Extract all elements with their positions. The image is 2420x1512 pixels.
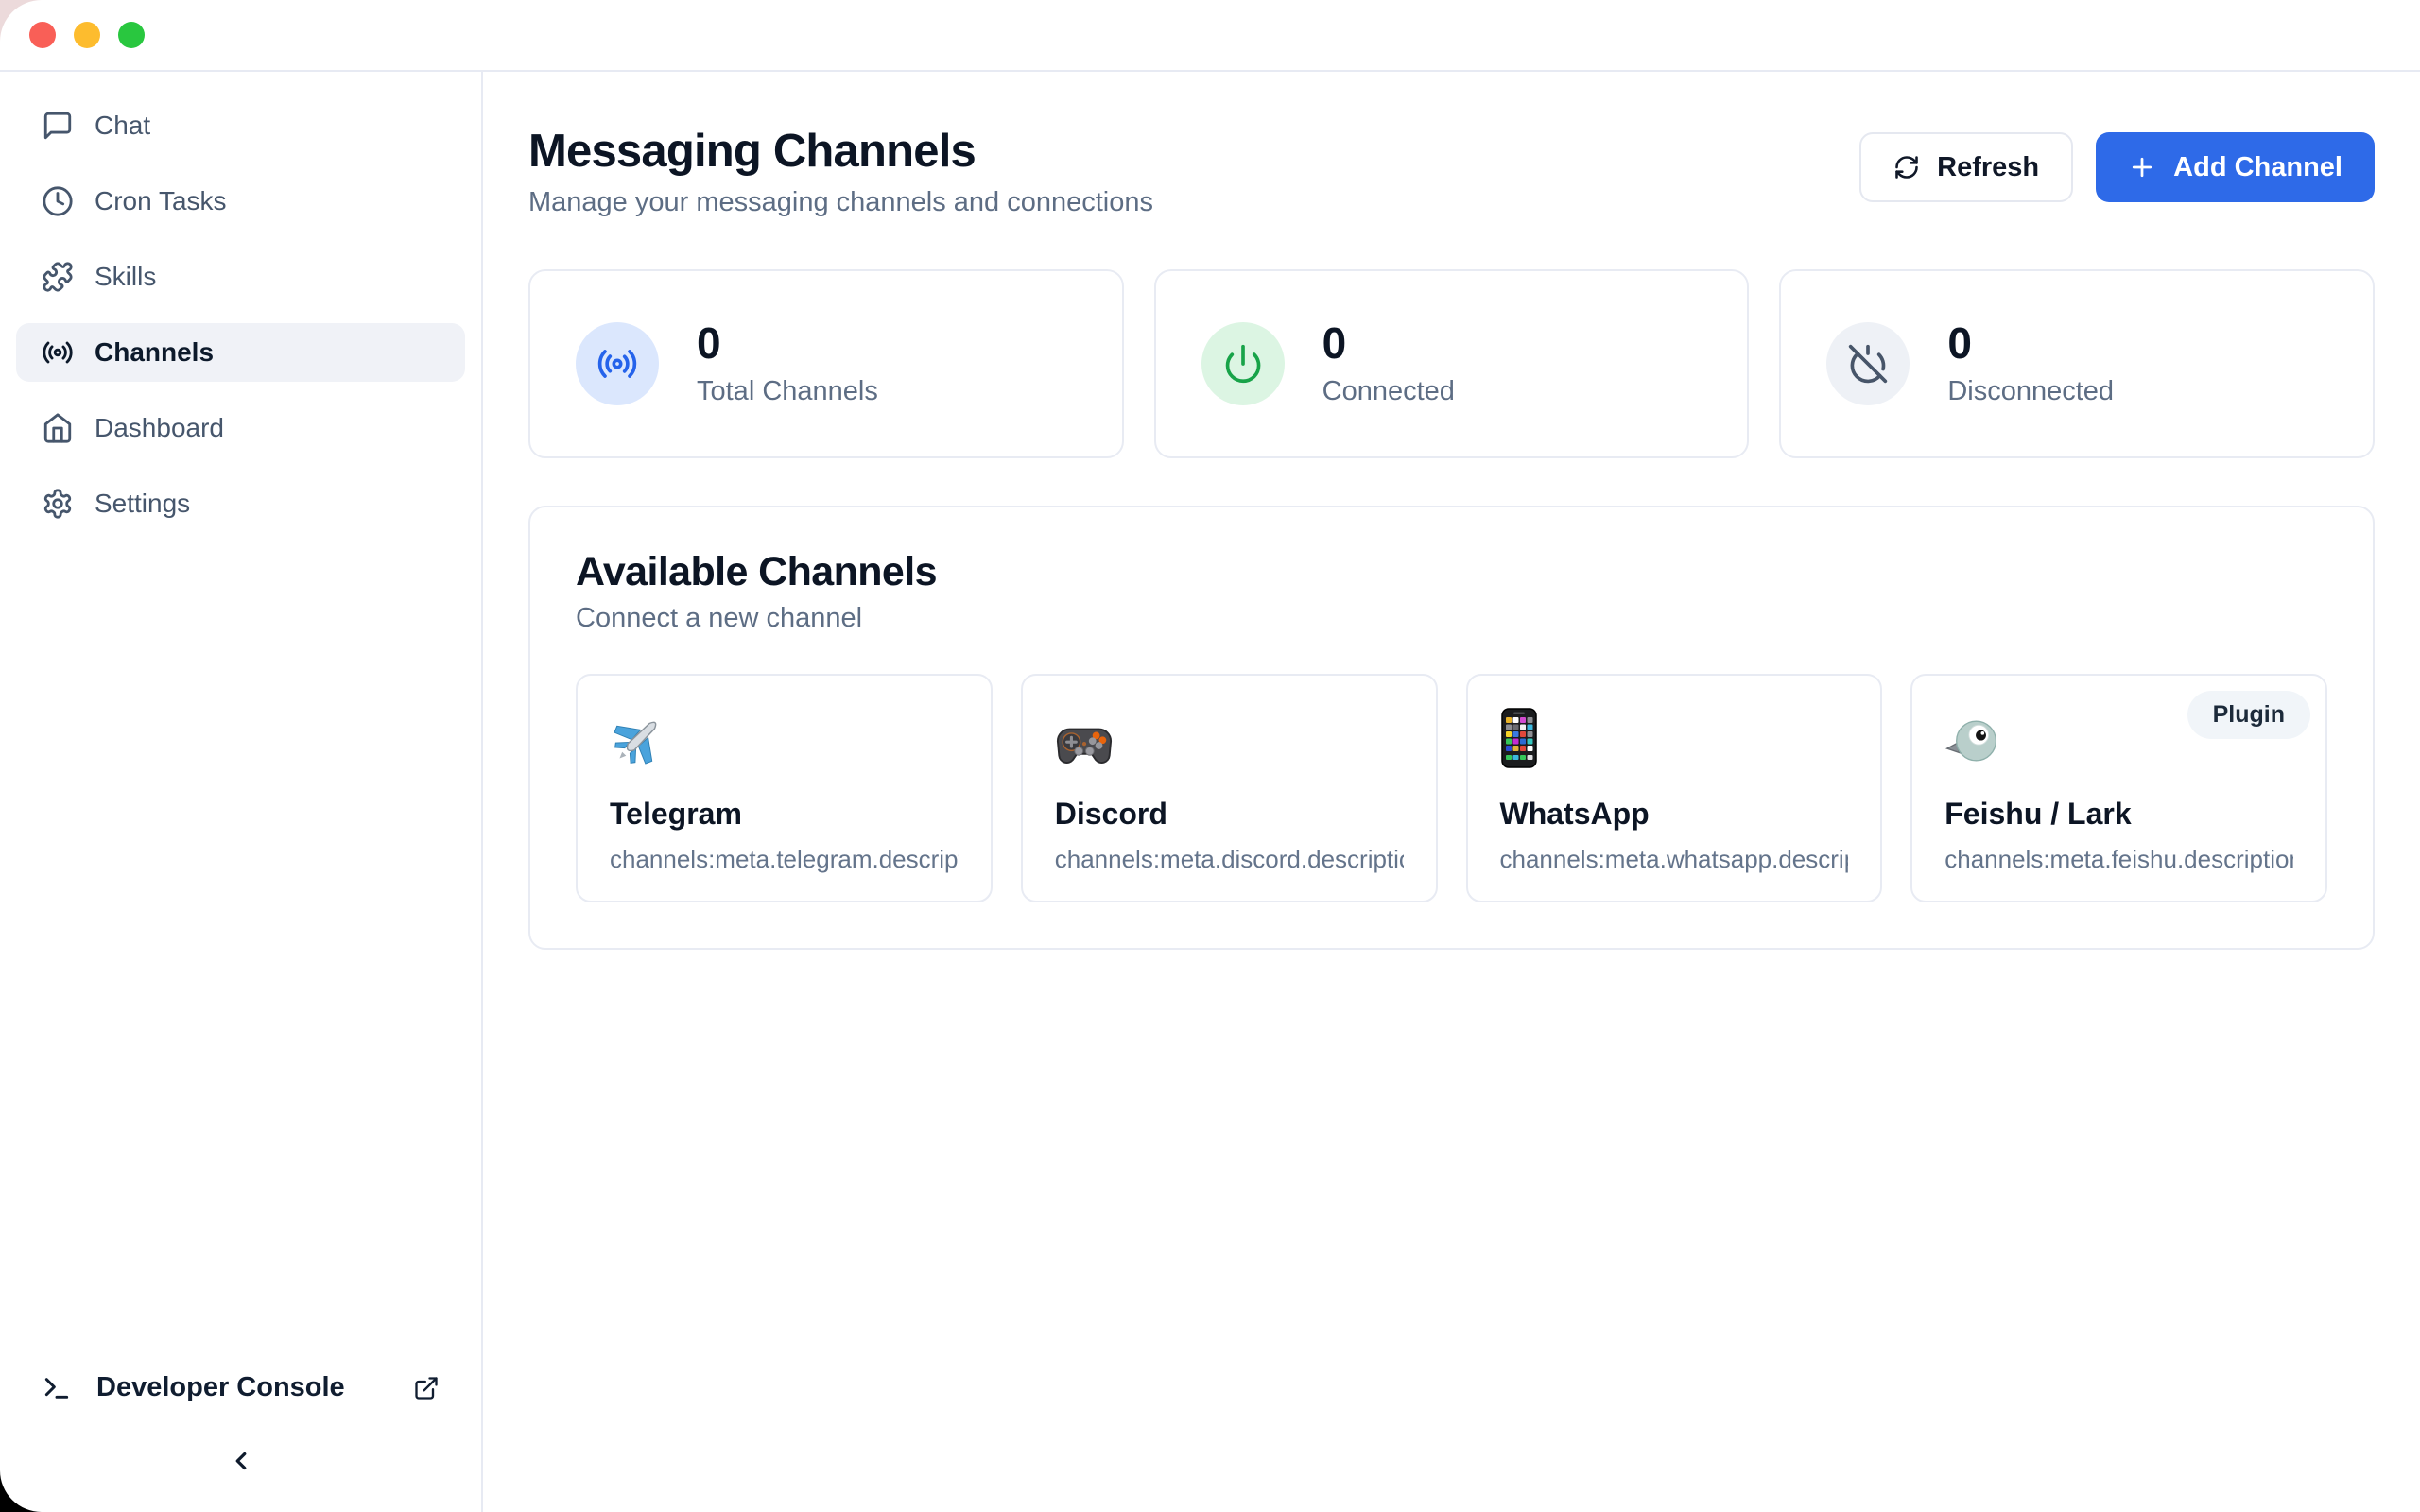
sidebar-item-label: Channels (95, 337, 214, 368)
airplane-emoji (610, 708, 959, 768)
sidebar-item-settings[interactable]: Settings (16, 474, 465, 533)
page-subtitle: Manage your messaging channels and conne… (528, 187, 1153, 218)
sidebar-collapse-button[interactable] (208, 1441, 274, 1484)
stat-label: Total Channels (697, 376, 878, 407)
stat-card-connected: 0 Connected (1154, 269, 1750, 458)
page-header-text: Messaging Channels Manage your messaging… (528, 125, 1153, 218)
stat-text: 0 Total Channels (697, 321, 878, 407)
minimize-button[interactable] (74, 22, 100, 48)
close-button[interactable] (29, 22, 56, 48)
app-window: Chat Cron Tasks Skills Channels Dashboar (0, 0, 2420, 1512)
sidebar-nav: Chat Cron Tasks Skills Channels Dashboar (16, 96, 465, 1372)
channel-description: channels:meta.telegram.description (610, 845, 959, 874)
sidebar-item-dashboard[interactable]: Dashboard (16, 399, 465, 457)
zoom-button[interactable] (118, 22, 145, 48)
stat-label: Disconnected (1947, 376, 2114, 407)
available-channels-subtitle: Connect a new channel (576, 603, 2327, 634)
clock-icon (42, 185, 74, 217)
gamepad-emoji (1055, 708, 1404, 768)
channel-card-feishu[interactable]: Plugin Feishu / Lark channels:meta. (1910, 674, 2327, 902)
power-off-icon (1826, 322, 1910, 405)
gear-icon (42, 488, 74, 520)
page-header: Messaging Channels Manage your messaging… (528, 125, 2375, 218)
stat-card-disconnected: 0 Disconnected (1779, 269, 2375, 458)
titlebar (0, 0, 2420, 72)
refresh-icon (1893, 154, 1920, 180)
stat-label: Connected (1322, 376, 1455, 407)
available-channels-title: Available Channels (576, 549, 2327, 595)
sidebar-item-label: Settings (95, 489, 190, 519)
channel-card-discord[interactable]: Discord channels:meta.discord.descriptio… (1021, 674, 1438, 902)
power-icon (1201, 322, 1285, 405)
sidebar-item-channels[interactable]: Channels (16, 323, 465, 382)
channel-card-whatsapp[interactable]: WhatsApp channels:meta.whatsapp.descript… (1466, 674, 1883, 902)
stats-row: 0 Total Channels 0 Connected (528, 269, 2375, 458)
channel-card-telegram[interactable]: Telegram channels:meta.telegram.descript… (576, 674, 993, 902)
channel-name: Discord (1055, 797, 1404, 832)
page-title: Messaging Channels (528, 125, 1153, 178)
sidebar-item-label: Skills (95, 262, 156, 292)
add-channel-button[interactable]: Add Channel (2096, 132, 2375, 202)
sidebar-item-label: Chat (95, 111, 150, 141)
chevron-left-icon (227, 1447, 255, 1475)
stat-text: 0 Disconnected (1947, 321, 2114, 407)
radio-icon (42, 336, 74, 369)
channel-description: channels:meta.feishu.description (1945, 845, 2293, 874)
available-channels-panel: Available Channels Connect a new channel (528, 506, 2375, 950)
smartphone-emoji (1500, 708, 1849, 768)
radio-icon (576, 322, 659, 405)
stat-value: 0 (697, 321, 878, 365)
sidebar-item-skills[interactable]: Skills (16, 248, 465, 306)
terminal-icon (42, 1373, 72, 1403)
sidebar-item-label: Cron Tasks (95, 186, 227, 216)
channel-name: WhatsApp (1500, 797, 1849, 832)
main-content: Messaging Channels Manage your messaging… (483, 72, 2420, 1512)
sidebar: Chat Cron Tasks Skills Channels Dashboar (0, 72, 483, 1512)
puzzle-icon (42, 261, 74, 293)
sidebar-item-label: Dashboard (95, 413, 224, 443)
developer-console-label: Developer Console (96, 1372, 389, 1403)
channel-grid: Telegram channels:meta.telegram.descript… (576, 674, 2327, 902)
header-actions: Refresh Add Channel (1859, 132, 2375, 202)
plus-icon (2128, 153, 2156, 181)
stat-text: 0 Connected (1322, 321, 1455, 407)
external-link-icon (413, 1375, 440, 1401)
sidebar-item-cron-tasks[interactable]: Cron Tasks (16, 172, 465, 231)
refresh-button[interactable]: Refresh (1859, 132, 2073, 202)
channel-description: channels:meta.discord.description (1055, 845, 1404, 874)
home-icon (42, 412, 74, 444)
stat-value: 0 (1322, 321, 1455, 365)
stat-card-total-channels: 0 Total Channels (528, 269, 1124, 458)
content-row: Chat Cron Tasks Skills Channels Dashboar (0, 72, 2420, 1512)
channel-name: Feishu / Lark (1945, 797, 2293, 832)
plugin-badge: Plugin (2187, 691, 2310, 739)
chat-bubble-icon (42, 110, 74, 142)
channel-description: channels:meta.whatsapp.description (1500, 845, 1849, 874)
sidebar-bottom: Developer Console (16, 1372, 465, 1484)
developer-console-link[interactable]: Developer Console (16, 1372, 465, 1403)
channel-name: Telegram (610, 797, 959, 832)
stat-value: 0 (1947, 321, 2114, 365)
add-channel-button-label: Add Channel (2173, 152, 2342, 183)
sidebar-item-chat[interactable]: Chat (16, 96, 465, 155)
refresh-button-label: Refresh (1937, 152, 2039, 183)
